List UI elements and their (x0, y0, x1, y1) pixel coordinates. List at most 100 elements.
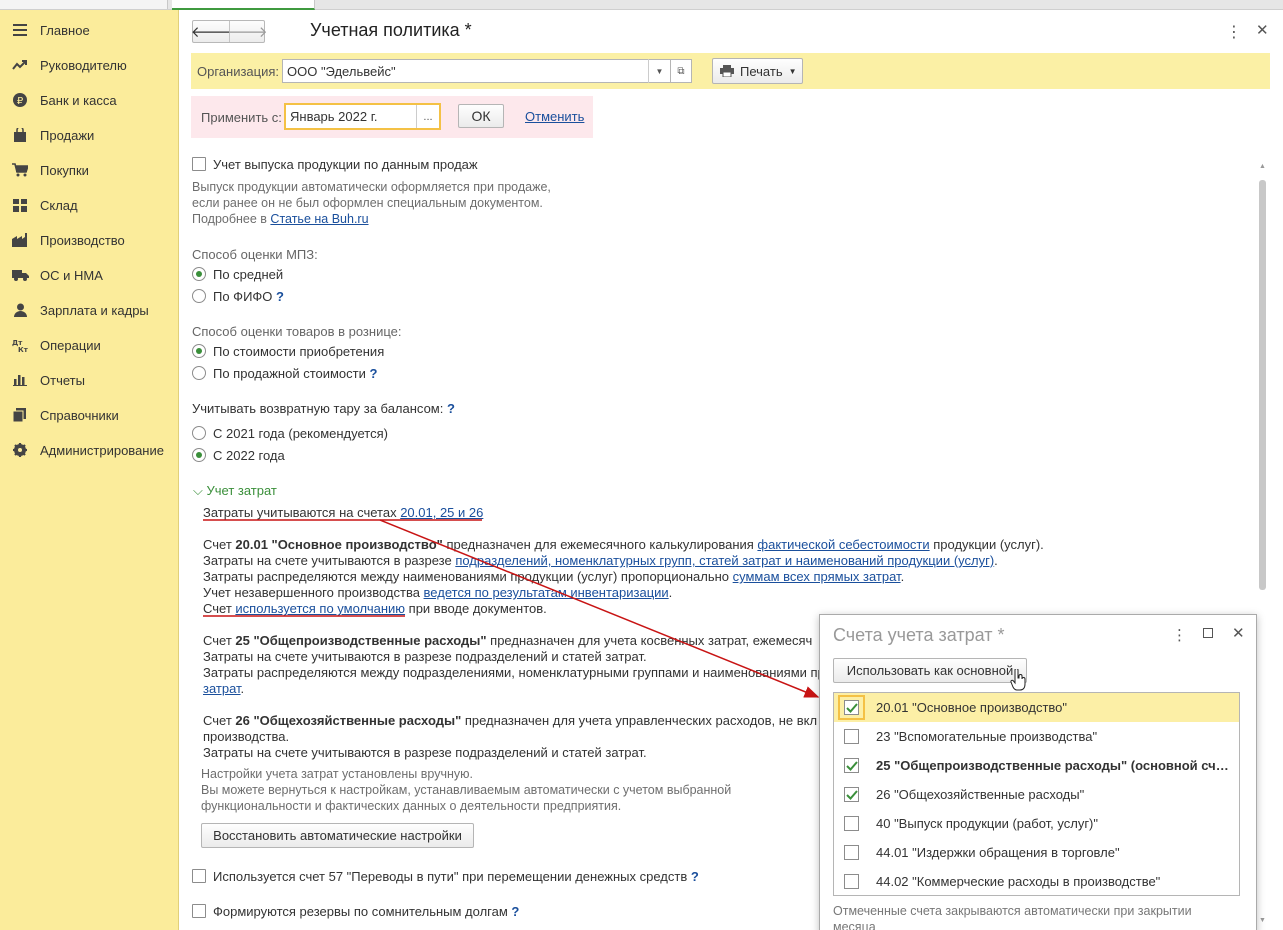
cost-accounts-list: 20.01 "Основное производство" 23 "Вспомо… (833, 692, 1240, 896)
sidebar-item-assets[interactable]: ОС и НМА (0, 260, 179, 290)
costs-accounts-link[interactable]: 20.01, 25 и 26 (400, 505, 483, 520)
list-item[interactable]: 20.01 "Основное производство" (834, 693, 1239, 722)
sidebar-item-sales[interactable]: Продажи (0, 120, 179, 150)
cancel-link[interactable]: Отменить (525, 109, 584, 124)
sidebar-item-references[interactable]: Справочники (0, 400, 179, 430)
sidebar-item-admin[interactable]: Администрирование (0, 435, 179, 465)
restore-auto-settings-button[interactable]: Восстановить автоматические настройки (201, 823, 474, 848)
text: Счет (203, 601, 236, 616)
account-checkbox[interactable] (838, 695, 865, 720)
mpz-average-radio[interactable] (192, 267, 206, 281)
retail-label: Способ оценки товаров в рознице: (192, 324, 402, 339)
help-icon[interactable]: ? (511, 904, 519, 919)
forward-button[interactable]: 🡒 (227, 21, 268, 42)
organization-field[interactable]: ООО "Эдельвейс" (282, 59, 671, 83)
select-period-button[interactable]: ... (416, 105, 439, 128)
more-icon[interactable]: ⋮ (1172, 626, 1187, 644)
sidebar-item-label: Администрирование (40, 442, 164, 458)
account-checkbox[interactable] (844, 845, 859, 860)
sidebar-item-reports[interactable]: Отчеты (0, 365, 179, 395)
back-button[interactable]: 🡐 (191, 21, 231, 42)
retail-cost-radio[interactable] (192, 344, 206, 358)
sidebar-item-warehouse[interactable]: Склад (0, 190, 179, 220)
list-item[interactable]: 44.02 "Коммерческие расходы в производст… (834, 867, 1239, 895)
account-label: 23 "Вспомогательные производства" (876, 729, 1098, 744)
manual-settings-line3: функциональности и фактических данных о … (201, 799, 622, 813)
close-icon[interactable]: ✕ (1256, 21, 1269, 39)
account-checkbox[interactable] (844, 787, 859, 802)
tare-2021-radio[interactable] (192, 426, 206, 440)
scrollbar-thumb[interactable] (1259, 180, 1266, 590)
sidebar-item-operations[interactable]: Дт Кт Операции (0, 330, 179, 360)
help-icon[interactable]: ? (370, 366, 378, 381)
sidebar-item-main[interactable]: Главное (0, 15, 179, 45)
acc20-line1: Счет 20.01 "Основное производство" предн… (203, 537, 1044, 552)
maximize-icon[interactable] (1203, 628, 1213, 638)
buh-article-link[interactable]: Статье на Buh.ru (270, 212, 368, 226)
use-as-main-button[interactable]: Использовать как основной (833, 658, 1027, 683)
acc25-costs-link[interactable]: затрат (203, 681, 241, 696)
text: продукции (услуг). (929, 537, 1044, 552)
text: . (668, 585, 673, 600)
print-button[interactable]: Печать ▼ (712, 58, 803, 84)
acc20-line4: Учет незавершенного производства ведется… (203, 585, 672, 600)
dialog-footer-note: Отмеченные счета закрываются автоматичес… (833, 904, 1192, 930)
mpz-fifo-radio[interactable] (192, 289, 206, 303)
acc25-line1: Счет 25 "Общепроизводственные расходы" п… (203, 633, 812, 648)
sidebar-item-director[interactable]: Руководителю (0, 50, 179, 80)
default-usage-link[interactable]: используется по умолчанию (235, 601, 405, 616)
sidebar-item-bank[interactable]: ₽ Банк и касса (0, 85, 179, 115)
window-tab-active[interactable] (172, 0, 315, 10)
reserves-checkbox[interactable] (192, 904, 206, 918)
account57-checkbox[interactable] (192, 869, 206, 883)
analytics-link[interactable]: подразделений, номенклатурных групп, ста… (455, 553, 994, 568)
more-icon[interactable]: ⋮ (1226, 22, 1242, 42)
gear-icon (0, 443, 40, 457)
tare-2022-radio[interactable] (192, 448, 206, 462)
sidebar-item-production[interactable]: Производство (0, 225, 179, 255)
account-checkbox[interactable] (844, 816, 859, 831)
actual-cost-link[interactable]: фактической себестоимости (757, 537, 929, 552)
tare-2021-label: С 2021 года (рекомендуется) (213, 426, 388, 441)
ok-button[interactable]: ОК (458, 104, 504, 128)
help-icon[interactable]: ? (447, 401, 455, 416)
sidebar-item-label: Главное (40, 22, 90, 38)
wip-link[interactable]: ведется по результатам инвентаризации (424, 585, 669, 600)
acc26-title: 26 "Общехозяйственные расходы" (235, 713, 462, 728)
account-checkbox[interactable] (844, 729, 859, 744)
account-label: 40 "Выпуск продукции (работ, услуг)" (876, 816, 1099, 831)
text: . (994, 553, 998, 568)
list-item[interactable]: 40 "Выпуск продукции (работ, услуг)" (834, 809, 1239, 838)
production-by-sales-checkbox[interactable] (192, 157, 206, 171)
sidebar-item-salary[interactable]: Зарплата и кадры (0, 295, 179, 325)
sidebar-item-purchases[interactable]: Покупки (0, 155, 179, 185)
account57-text: Используется счет 57 "Переводы в пути" п… (213, 869, 688, 884)
books-icon (0, 408, 40, 422)
list-item[interactable]: 23 "Вспомогательные производства" (834, 722, 1239, 751)
costs-group-toggle[interactable]: ⌵ Учет затрат (193, 483, 277, 499)
chevron-down-icon[interactable]: ▼ (648, 59, 670, 83)
more-prefix: Подробнее в (192, 212, 271, 226)
help-icon[interactable]: ? (691, 869, 699, 884)
list-item[interactable]: 26 "Общехозяйственные расходы" (834, 780, 1239, 809)
production-by-sales-label: Учет выпуска продукции по данным продаж (213, 157, 478, 172)
account-label: 44.01 "Издержки обращения в торговле" (876, 845, 1120, 860)
account-checkbox[interactable] (844, 758, 859, 773)
tare-2022-label: С 2022 года (213, 448, 285, 463)
scroll-up-icon[interactable]: ▲ (1259, 163, 1266, 170)
close-icon[interactable]: ✕ (1232, 624, 1245, 642)
open-form-icon[interactable]: ⧉ (670, 59, 692, 83)
window-tab-previous[interactable] (0, 0, 168, 9)
text: при вводе документов. (405, 601, 547, 616)
list-item[interactable]: 25 "Общепроизводственные расходы" (основ… (834, 751, 1239, 780)
scroll-down-icon[interactable]: ▼ (1259, 917, 1266, 924)
list-item[interactable]: 44.01 "Издержки обращения в торговле" (834, 838, 1239, 867)
text: Учет незавершенного производства (203, 585, 424, 600)
help-icon[interactable]: ? (276, 289, 284, 304)
retail-sale-label: По продажной стоимости ? (213, 366, 377, 381)
sidebar-item-label: Продажи (40, 127, 95, 143)
direct-costs-link[interactable]: суммам всех прямых затрат (733, 569, 901, 584)
acc25-title: 25 "Общепроизводственные расходы" (235, 633, 487, 648)
account-checkbox[interactable] (844, 874, 859, 889)
retail-sale-radio[interactable] (192, 366, 206, 380)
